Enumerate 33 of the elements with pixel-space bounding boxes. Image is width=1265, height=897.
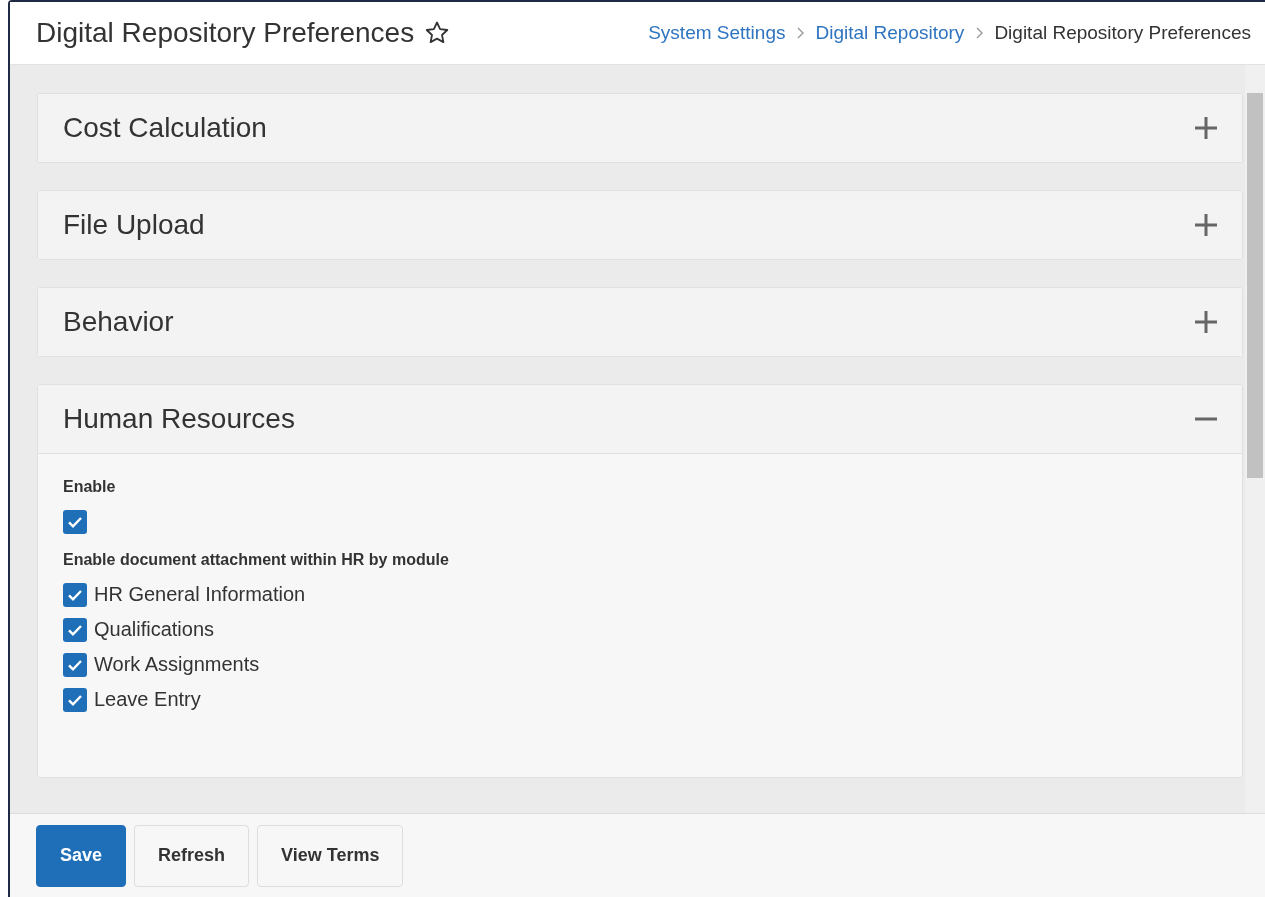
star-icon[interactable] [424,20,451,46]
panel-title: Human Resources [63,403,295,435]
breadcrumb-link[interactable]: Digital Repository [815,22,965,44]
page-title: Digital Repository Preferences [36,17,415,49]
checkbox[interactable] [63,652,87,677]
field-label: Enable document attachment within HR by module [63,551,450,569]
checkbox-label: Leave Entry [94,688,201,711]
scrollbar[interactable] [1245,65,1265,813]
checkbox-label: Qualifications [94,618,215,641]
checkbox-label: Work Assignments [94,653,260,676]
checkbox-label: HR General Information [94,583,306,606]
expand-icon[interactable] [1194,116,1218,140]
checkbox[interactable] [63,687,87,712]
checkbox[interactable] [63,617,87,642]
breadcrumb-current: Digital Repository Preferences [994,22,1251,44]
chevron-icon [795,26,806,40]
panel-header[interactable]: File Upload [38,191,1242,259]
action-button[interactable]: Refresh [134,824,250,887]
expand-icon[interactable] [1194,310,1218,334]
expand-icon[interactable] [1194,213,1218,237]
panel-header[interactable]: Behavior [38,288,1242,356]
field-label: Enable [63,478,117,496]
action-button[interactable]: View Terms [257,824,404,887]
checkbox[interactable] [63,509,87,534]
chevron-icon [974,26,985,40]
panel-header[interactable]: Human Resources [38,385,1242,454]
panel-title: Cost Calculation [63,112,267,144]
panel-header[interactable]: Cost Calculation [38,94,1242,162]
checkbox[interactable] [63,582,87,607]
save-button[interactable]: Save [36,824,127,887]
breadcrumb-link[interactable]: System Settings [648,22,786,44]
panel-title: File Upload [63,209,205,241]
panel-title: Behavior [63,306,174,338]
